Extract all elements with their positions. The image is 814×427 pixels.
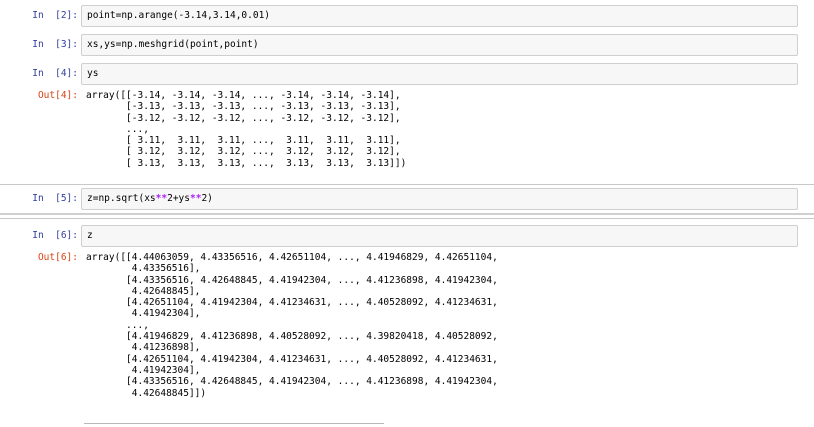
code-text: 2): [201, 193, 213, 204]
code-input[interactable]: xs,ys=np.meshgrid(point,point): [81, 34, 798, 56]
code-text: 2+ys: [167, 193, 190, 204]
section-divider: [0, 218, 814, 219]
operator-power: **: [155, 193, 168, 204]
cell-divider: [0, 184, 814, 185]
code-cell-5[interactable]: In [5]: z=np.sqrt(xs**2+ys**2): [0, 188, 814, 210]
operator-power: **: [189, 193, 202, 204]
code-cell-3[interactable]: In [3]: xs,ys=np.meshgrid(point,point): [0, 34, 814, 56]
cell-output: array([[4.44063059, 4.43356516, 4.426511…: [86, 252, 498, 399]
output-prompt: Out[6]:: [37, 252, 78, 263]
input-prompt: In [5]:: [32, 193, 78, 204]
code-cell-4[interactable]: In [4]: ys Out[4]: array([[-3.14, -3.14,…: [0, 63, 814, 185]
code-input[interactable]: ys: [81, 63, 798, 85]
input-prompt: In [4]:: [32, 68, 78, 79]
code-text: z=np.sqrt(xs: [87, 193, 156, 204]
bottom-border: [84, 423, 384, 424]
code-input[interactable]: z: [81, 225, 798, 247]
code-cell-6[interactable]: In [6]: z Out[6]: array([[4.44063059, 4.…: [0, 225, 814, 415]
code-input[interactable]: z=np.sqrt(xs**2+ys**2): [81, 188, 798, 210]
input-prompt: In [3]:: [32, 39, 78, 50]
input-prompt: In [6]:: [32, 230, 78, 241]
section-divider: [0, 213, 814, 215]
input-prompt: In [2]:: [32, 10, 78, 21]
output-prompt: Out[4]:: [37, 90, 78, 101]
cell-output: array([[-3.14, -3.14, -3.14, ..., -3.14,…: [86, 90, 407, 169]
code-input[interactable]: point=np.arange(-3.14,3.14,0.01): [81, 5, 798, 27]
code-cell-2[interactable]: In [2]: point=np.arange(-3.14,3.14,0.01): [0, 5, 814, 27]
